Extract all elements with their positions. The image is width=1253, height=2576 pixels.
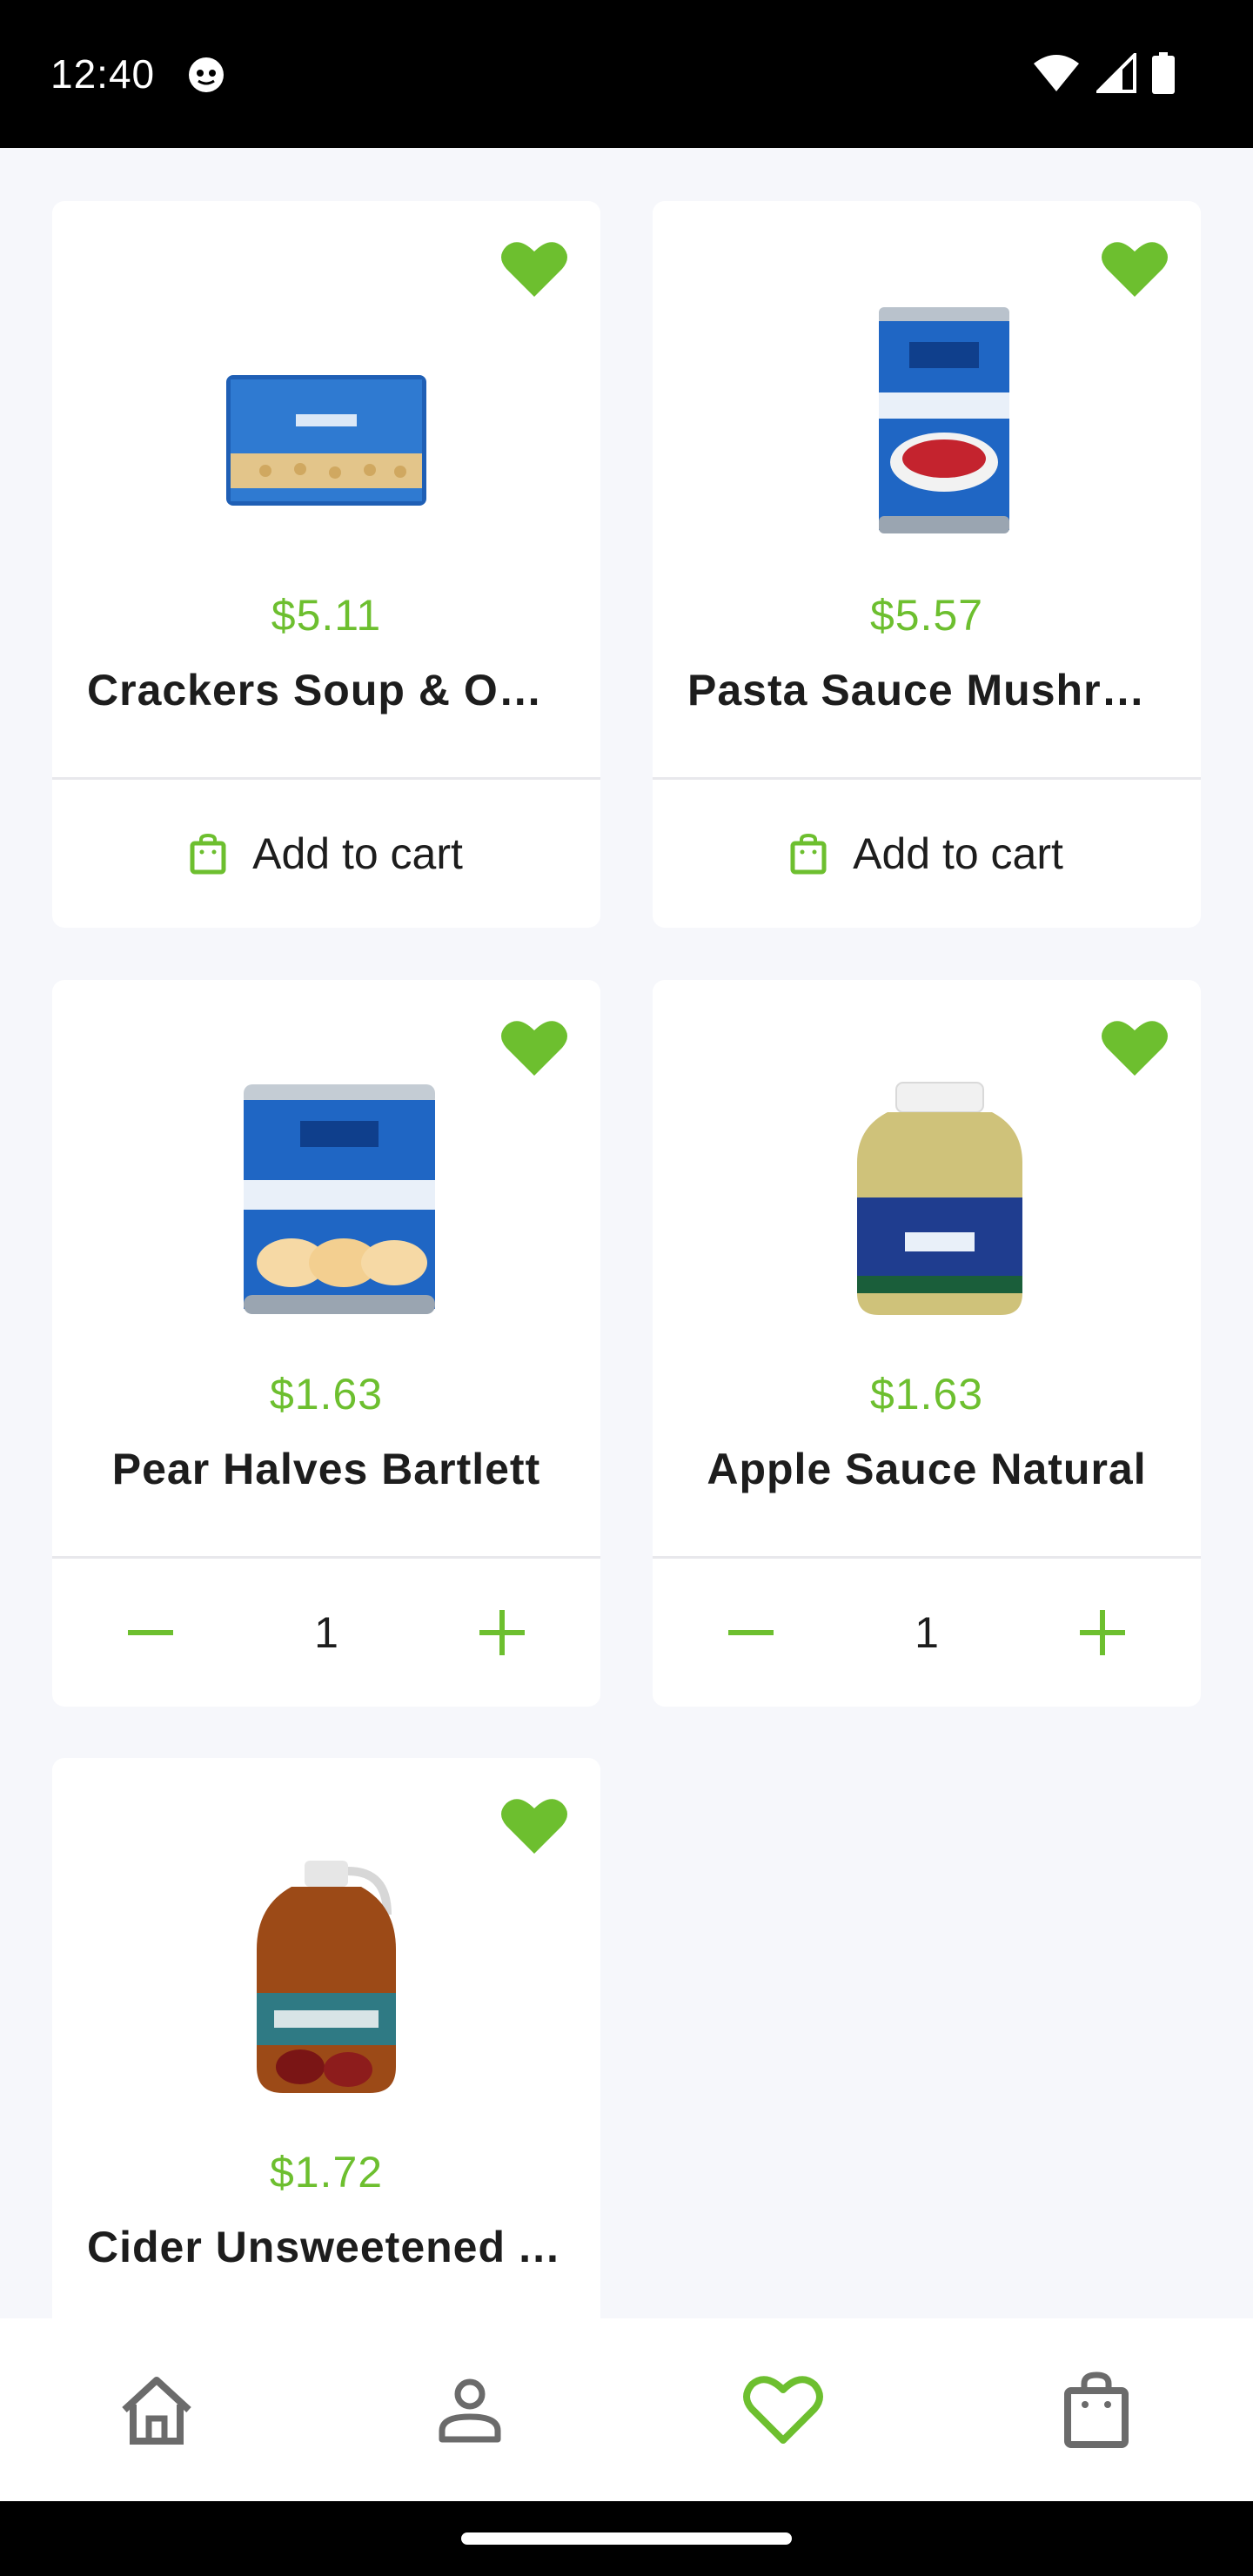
- product-price: $1.63: [269, 1370, 384, 1419]
- plus-icon: [479, 1610, 525, 1655]
- product-card[interactable]: $5.11 Crackers Soup & Oyster Add to cart: [52, 201, 600, 928]
- product-price: $1.63: [869, 1370, 984, 1419]
- add-to-cart-label: Add to cart: [252, 829, 463, 878]
- cart-bag-icon: [1064, 2371, 1129, 2448]
- product-name: Cider Unsweetened Apple: [87, 2223, 566, 2271]
- minus-icon: [128, 1630, 173, 1635]
- product-name: Pasta Sauce Mushroom: [687, 666, 1166, 714]
- home-icon: [122, 2377, 191, 2445]
- cell-signal-icon: [1096, 53, 1136, 93]
- status-time: 12:40: [50, 51, 156, 97]
- favorite-heart-icon[interactable]: [1102, 238, 1168, 299]
- decrease-quantity-button[interactable]: [120, 1602, 181, 1663]
- product-name: Pear Halves Bartlett: [111, 1445, 541, 1493]
- status-bar: 12:40: [0, 0, 1253, 148]
- product-card[interactable]: $1.63 Apple Sauce Natural 1: [653, 980, 1201, 1707]
- favorite-heart-icon[interactable]: [1102, 1016, 1168, 1077]
- increase-quantity-button[interactable]: [472, 1602, 533, 1663]
- add-to-cart-label: Add to cart: [853, 829, 1063, 878]
- product-price: $5.11: [271, 591, 382, 640]
- status-icons: [1032, 52, 1175, 94]
- battery-icon: [1152, 52, 1175, 94]
- product-image: [879, 307, 1009, 533]
- app-notification-icon: [189, 57, 224, 92]
- favorite-heart-icon[interactable]: [501, 238, 567, 299]
- minus-icon: [728, 1630, 774, 1635]
- nav-favorites[interactable]: [696, 2340, 870, 2479]
- product-image: [244, 1084, 435, 1314]
- nav-cart[interactable]: [1009, 2340, 1183, 2479]
- product-card[interactable]: $5.57 Pasta Sauce Mushroom Add to cart: [653, 201, 1201, 928]
- quantity-stepper: 1: [52, 1559, 600, 1707]
- product-image: [257, 1861, 396, 2093]
- home-gesture-handle[interactable]: [461, 2532, 792, 2545]
- plus-icon: [1080, 1610, 1125, 1655]
- product-image: [857, 1082, 1022, 1315]
- profile-icon: [439, 2378, 501, 2443]
- add-to-cart-button[interactable]: Add to cart: [190, 828, 463, 879]
- product-card[interactable]: $1.72 Cider Unsweetened Apple: [52, 1758, 600, 2318]
- add-to-cart-button[interactable]: Add to cart: [790, 828, 1063, 879]
- product-price: $5.57: [869, 591, 984, 640]
- product-card[interactable]: $1.63 Pear Halves Bartlett 1: [52, 980, 600, 1707]
- favorite-heart-icon[interactable]: [501, 1016, 567, 1077]
- favorites-icon: [743, 2376, 823, 2444]
- nav-profile[interactable]: [383, 2340, 557, 2479]
- favorite-heart-icon[interactable]: [501, 1794, 567, 1855]
- nav-home[interactable]: [70, 2340, 244, 2479]
- increase-quantity-button[interactable]: [1072, 1602, 1133, 1663]
- product-name: Apple Sauce Natural: [707, 1445, 1147, 1493]
- quantity-stepper: 1: [653, 1559, 1201, 1707]
- shopping-bag-icon: [190, 833, 226, 875]
- quantity-value: 1: [314, 1608, 338, 1657]
- product-price: $1.72: [269, 2148, 384, 2197]
- wifi-icon: [1034, 55, 1079, 91]
- bottom-navigation: [0, 2318, 1253, 2501]
- product-name: Crackers Soup & Oyster: [87, 666, 566, 714]
- decrease-quantity-button[interactable]: [720, 1602, 781, 1663]
- favorites-grid: $5.11 Crackers Soup & Oyster Add to cart…: [0, 148, 1253, 2318]
- product-image: [226, 375, 426, 506]
- quantity-value: 1: [915, 1608, 939, 1657]
- gesture-navigation-bar: [0, 2501, 1253, 2576]
- shopping-bag-icon: [790, 833, 827, 875]
